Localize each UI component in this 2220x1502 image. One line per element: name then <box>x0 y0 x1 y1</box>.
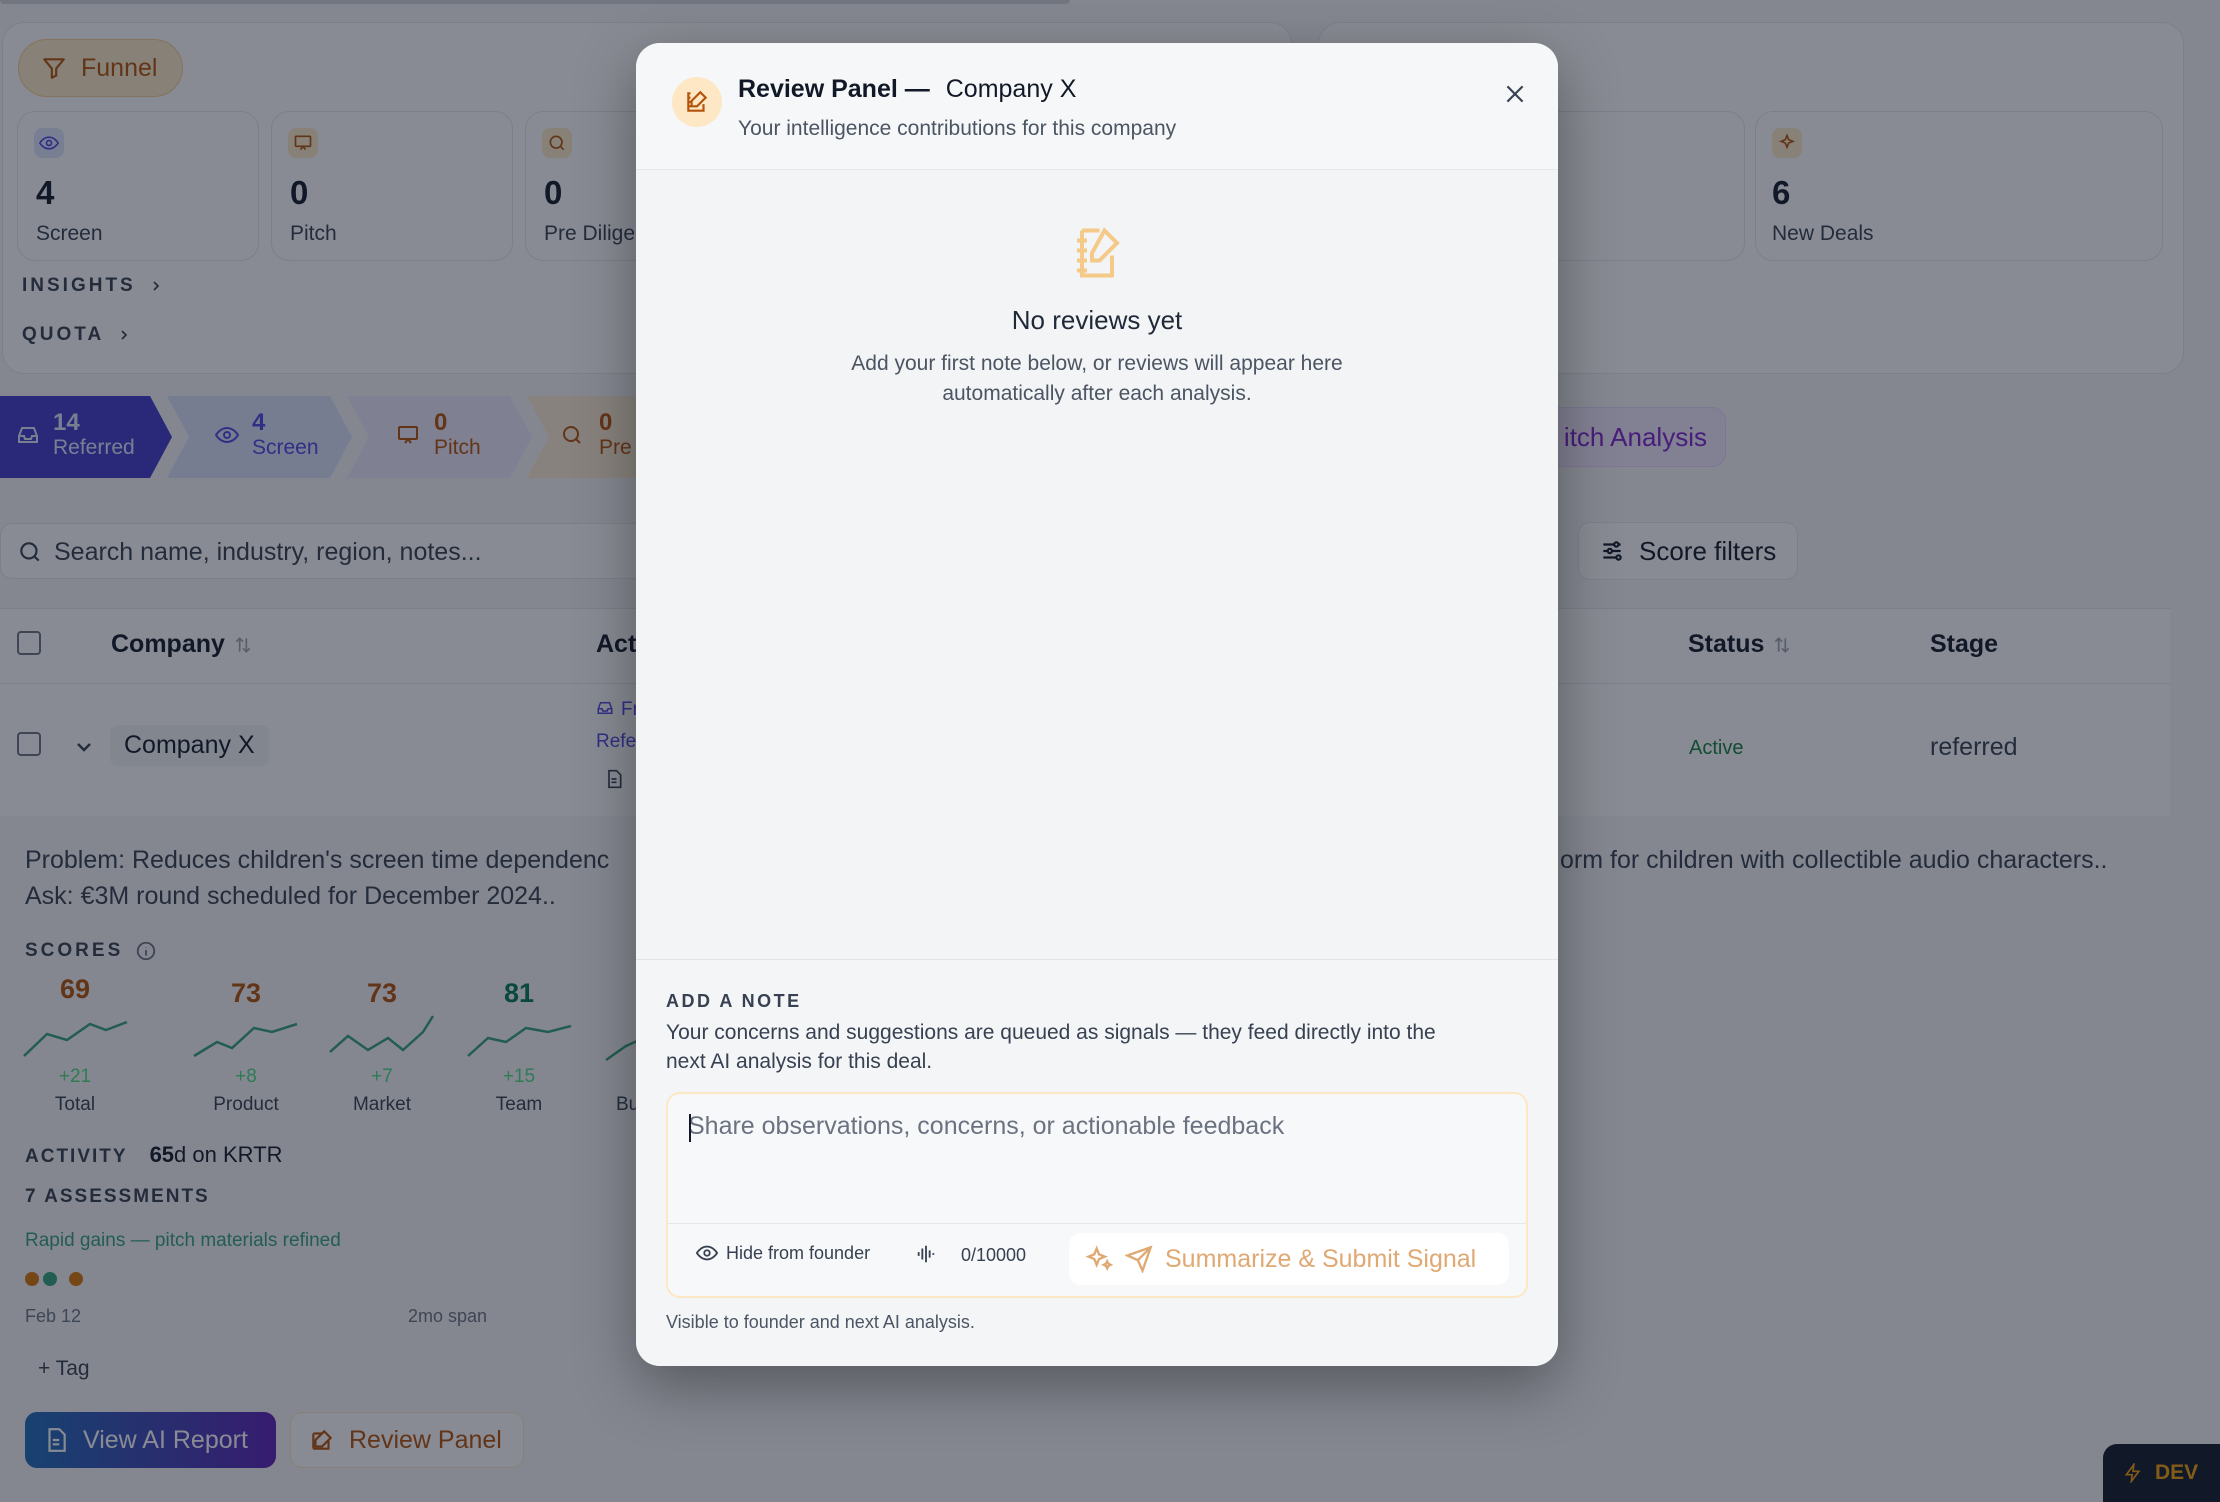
review-panel-modal: Review Panel — Company X Your intelligen… <box>636 43 1558 1366</box>
empty-state-text-line2: automatically after each analysis. <box>942 382 1252 405</box>
add-note-label: ADD A NOTE <box>666 991 802 1011</box>
submit-signal-label: Summarize & Submit Signal <box>1165 1244 1477 1273</box>
visibility-note: Visible to founder and next AI analysis. <box>666 1312 975 1332</box>
hide-from-founder-toggle[interactable]: Hide from founder <box>696 1242 870 1264</box>
composer-divider <box>668 1223 1526 1224</box>
modal-title: Review Panel — <box>738 75 930 103</box>
send-icon <box>1125 1245 1153 1273</box>
text-cursor <box>689 1114 691 1142</box>
modal-title-row: Review Panel — Company X <box>738 75 1076 104</box>
empty-state-title: No reviews yet <box>1011 305 1183 335</box>
modal-subtitle: Your intelligence contributions for this… <box>738 117 1177 140</box>
add-note-description: Your concerns and suggestions are queued… <box>666 1021 1436 1044</box>
note-composer: Share observations, concerns, or actiona… <box>666 1092 1528 1298</box>
pencil-square-icon <box>684 89 710 115</box>
note-textarea-placeholder: Share observations, concerns, or actiona… <box>688 1112 1285 1140</box>
eye-icon <box>696 1242 718 1264</box>
add-note-section: ADD A NOTE Your concerns and suggestions… <box>636 959 1558 1366</box>
submit-signal-button[interactable]: Summarize & Submit Signal <box>1069 1233 1509 1285</box>
notebook-icon <box>1067 223 1127 283</box>
modal-header-icon <box>672 77 722 127</box>
modal-company-name: Company X <box>945 75 1077 103</box>
character-counter: 0/10000 <box>961 1245 1027 1265</box>
add-note-description-line2: next AI analysis for this deal. <box>666 1050 933 1073</box>
note-textarea[interactable]: Share observations, concerns, or actiona… <box>668 1094 1526 1222</box>
close-button[interactable] <box>1494 73 1536 115</box>
empty-state: No reviews yet Add your first note below… <box>636 223 1558 406</box>
sparkles-icon <box>1085 1245 1113 1273</box>
hide-from-founder-label: Hide from founder <box>726 1242 871 1263</box>
empty-state-text: Add your first note below, or reviews wi… <box>851 352 1343 375</box>
close-icon <box>1502 81 1528 107</box>
audio-wave-icon[interactable] <box>915 1243 937 1265</box>
modal-header: Review Panel — Company X Your intelligen… <box>636 43 1558 170</box>
